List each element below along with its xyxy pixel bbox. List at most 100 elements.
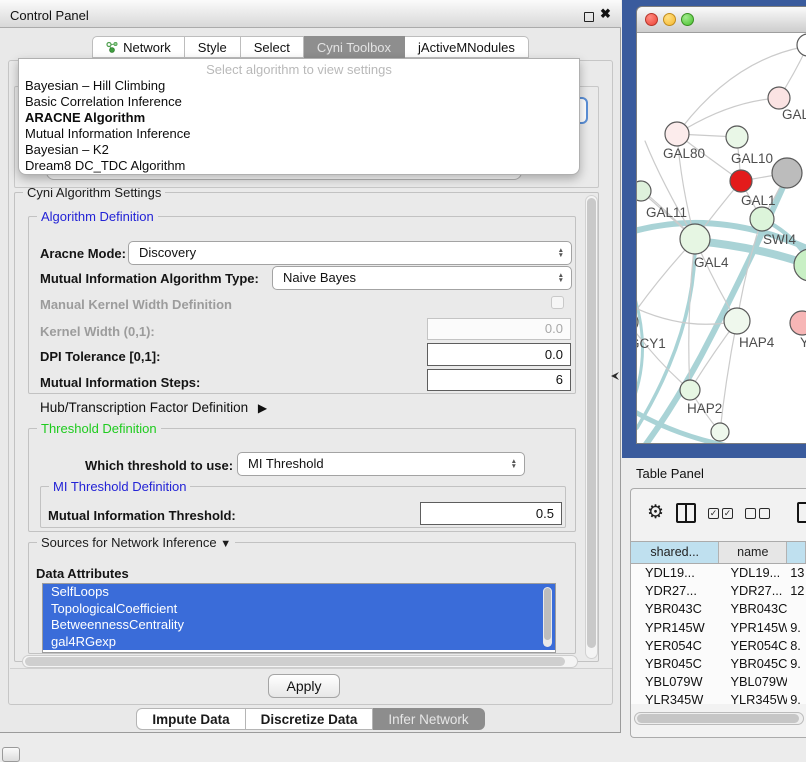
data-attributes-list[interactable]: SelfLoopsTopologicalCoefficientBetweenne… <box>42 583 556 653</box>
settings-vscrollbar-thumb[interactable] <box>587 198 596 648</box>
network-node[interactable] <box>730 170 752 192</box>
aracne-mode-combobox[interactable]: Discovery ▲▼ <box>128 241 572 265</box>
tab-select[interactable]: Select <box>241 36 304 58</box>
manual-kernel-label: Manual Kernel Width Definition <box>40 297 232 312</box>
table-row[interactable]: YBR043CYBR043C <box>631 600 806 618</box>
network-graph[interactable]: GALGAL80GAL10GAL1GAL11SWI4GAL4GCY1HAP4YH… <box>637 33 806 444</box>
network-node[interactable] <box>790 311 806 335</box>
table-rows: YDL19...YDL19...13YDR27...YDR27...12YBR0… <box>631 564 806 704</box>
mi-threshold-field[interactable]: 0.5 <box>420 502 562 525</box>
settings-vertical-scrollbar[interactable] <box>585 195 598 659</box>
table-cell <box>787 673 806 691</box>
algorithm-option[interactable]: Mutual Information Inference <box>19 126 579 142</box>
network-node[interactable] <box>726 126 748 148</box>
tab-network[interactable]: Network <box>92 36 185 58</box>
tab-infer-network[interactable]: Infer Network <box>373 708 484 730</box>
table-row[interactable]: YDL19...YDL19...13 <box>631 564 806 582</box>
network-node[interactable] <box>794 249 806 281</box>
node-label: GCY1 <box>637 336 666 351</box>
table-row[interactable]: YPR145WYPR145W9. <box>631 619 806 637</box>
table-row[interactable]: YBL079WYBL079W <box>631 673 806 691</box>
network-node[interactable] <box>711 423 729 441</box>
settings-hscrollbar-thumb[interactable] <box>25 657 565 666</box>
network-edge[interactable] <box>637 241 695 428</box>
network-node[interactable] <box>772 158 802 188</box>
tab-style[interactable]: Style <box>185 36 241 58</box>
tab-jactivemnodules[interactable]: jActiveMNodules <box>405 36 529 58</box>
network-edge[interactable] <box>720 321 737 432</box>
network-node[interactable] <box>665 122 689 146</box>
network-node[interactable] <box>750 207 774 231</box>
control-panel-titlebar[interactable] <box>0 0 621 28</box>
table-cell: YER054C <box>631 637 719 655</box>
gear-icon[interactable]: ⚙ <box>647 504 664 522</box>
settings-horizontal-scrollbar[interactable] <box>22 655 578 668</box>
kernel-width-field[interactable]: 0.0 <box>427 318 571 340</box>
data-attribute-item[interactable]: TopologicalCoefficient <box>43 601 555 618</box>
node-label: GAL <box>782 107 806 122</box>
data-attribute-item[interactable]: SelfLoops <box>43 584 555 601</box>
table-cell: YDR27... <box>719 582 787 600</box>
data-attribute-item[interactable]: BetweennessCentrality <box>43 617 555 634</box>
column-header-name[interactable]: name <box>719 542 787 563</box>
float-window-icon[interactable] <box>584 12 594 22</box>
algorithm-option[interactable]: Bayesian – K2 <box>19 142 579 158</box>
table-row[interactable]: YER054CYER054C8. <box>631 637 806 655</box>
network-canvas[interactable]: GALGAL80GAL10GAL1GAL11SWI4GAL4GCY1HAP4YH… <box>637 33 806 444</box>
mi-steps-field[interactable]: 6 <box>427 369 571 391</box>
zoom-traffic-light[interactable] <box>681 13 694 26</box>
new-table-icon[interactable] <box>797 502 806 523</box>
tab-impute-data[interactable]: Impute Data <box>136 708 245 730</box>
network-node[interactable] <box>724 308 750 334</box>
attributes-scrollbar-thumb[interactable] <box>544 588 551 640</box>
algorithm-option[interactable]: ARACNE Algorithm <box>19 110 579 126</box>
network-edge[interactable] <box>677 98 779 134</box>
deselect-all-columns-icon[interactable] <box>745 508 770 519</box>
table-row[interactable]: YDR27...YDR27...12 <box>631 582 806 600</box>
table-cell: 8. <box>787 637 806 655</box>
aracne-mode-label: Aracne Mode: <box>40 246 126 261</box>
mi-type-combobox[interactable]: Naive Bayes ▲▼ <box>272 266 572 290</box>
network-node[interactable] <box>680 224 710 254</box>
minimized-panel-chip[interactable] <box>2 747 20 762</box>
node-label: GAL11 <box>646 205 687 220</box>
table-cell: 12 <box>787 582 806 600</box>
algorithm-option[interactable]: Bayesian – Hill Climbing <box>19 78 579 94</box>
table-row[interactable]: YLR345WYLR345W9. <box>631 691 806 704</box>
column-header-partial[interactable] <box>787 542 806 563</box>
data-attribute-item[interactable]: gal4RGexp <box>43 634 555 651</box>
mi-threshold-definition-legend: MI Threshold Definition <box>49 479 190 494</box>
table-cell: YPR145W <box>631 619 719 637</box>
algorithm-option[interactable]: Basic Correlation Inference <box>19 94 579 110</box>
unchecked-box-icon <box>759 508 770 519</box>
network-node[interactable] <box>680 380 700 400</box>
network-window-titlebar[interactable] <box>637 7 806 33</box>
close-window-icon[interactable]: ✖ <box>600 6 611 22</box>
network-node[interactable] <box>797 34 806 56</box>
close-traffic-light[interactable] <box>645 13 658 26</box>
tab-cyni-toolbox[interactable]: Cyni Toolbox <box>304 36 405 58</box>
algorithm-option[interactable]: Dream8 DC_TDC Algorithm <box>19 158 579 174</box>
node-label: HAP2 <box>687 401 722 416</box>
select-all-columns-icon[interactable]: ✓ ✓ <box>708 508 733 519</box>
sources-legend[interactable]: Sources for Network Inference ▼ <box>37 535 235 550</box>
table-row[interactable]: YBR045CYBR045C9. <box>631 655 806 673</box>
table-cell: YBL079W <box>719 673 787 691</box>
tab-discretize-data[interactable]: Discretize Data <box>246 708 374 730</box>
which-threshold-combobox[interactable]: MI Threshold ▲▼ <box>237 452 525 476</box>
minimize-traffic-light[interactable] <box>663 13 676 26</box>
column-header-shared-name[interactable]: shared... <box>631 542 719 563</box>
table-horizontal-scrollbar[interactable] <box>634 712 804 725</box>
table-hscrollbar-thumb[interactable] <box>637 714 799 723</box>
mi-type-value: Naive Bayes <box>283 270 356 285</box>
network-node[interactable] <box>637 181 651 201</box>
dpi-tolerance-field[interactable]: 0.0 <box>427 343 571 366</box>
apply-button[interactable]: Apply <box>268 674 340 698</box>
manual-kernel-checkbox[interactable] <box>551 296 564 309</box>
table-cell: 9. <box>787 655 806 673</box>
attributes-scrollbar[interactable] <box>543 587 552 647</box>
hub-definition-expander[interactable]: Hub/Transcription Factor Definition ▶ <box>40 400 267 415</box>
column-split-icon[interactable] <box>676 503 696 523</box>
table-cell: 13 <box>787 564 806 582</box>
network-node[interactable] <box>768 87 790 109</box>
